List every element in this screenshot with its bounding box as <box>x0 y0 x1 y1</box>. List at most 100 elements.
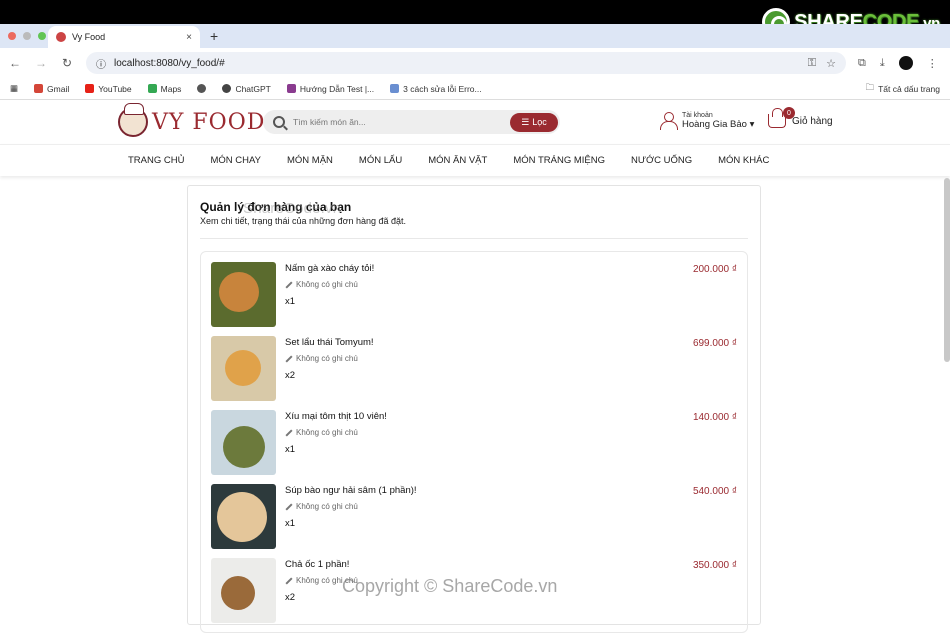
item-quantity: x1 <box>285 296 296 307</box>
food-thumbnail <box>211 558 276 623</box>
item-name: Chả ốc 1 phần! <box>285 559 350 570</box>
item-name: Nấm gà xào cháy tỏi! <box>285 263 375 274</box>
bookmark-site-icon <box>286 84 296 93</box>
maximize-window-icon[interactable] <box>38 32 46 40</box>
filter-icon: ☰ <box>521 116 530 127</box>
url-field[interactable]: ⓘ localhost:8080/vy_food/# ⚿ ☆ <box>86 52 846 74</box>
page-subtitle: Xem chi tiết, trạng thái của những đơn h… <box>200 216 748 239</box>
bookmark-fix-error[interactable]: 3 cách sửa lỗi Erro... <box>390 84 482 94</box>
youtube-icon <box>85 84 95 93</box>
back-icon[interactable]: ← <box>8 56 22 70</box>
pencil-icon <box>285 428 293 437</box>
cart-count-badge: 0 <box>783 107 795 119</box>
extensions-icon[interactable]: ⧉ <box>858 57 866 70</box>
gmail-icon <box>34 84 44 93</box>
favicon-icon <box>56 32 66 42</box>
site-logo[interactable]: VY FOOD <box>118 103 266 137</box>
new-tab-button[interactable]: + <box>210 28 218 44</box>
chatgpt-icon <box>222 84 232 93</box>
order-item[interactable]: Xíu mại tôm thịt 10 viên! Không có ghi c… <box>211 410 737 484</box>
account-label: Tài khoản <box>682 112 713 119</box>
item-price: 350.000 ₫ <box>692 560 737 571</box>
item-note: Không có ghi chú <box>285 354 684 363</box>
search-bar[interactable]: Tìm kiếm món ăn... ☰ Lọc <box>263 110 560 134</box>
profile-avatar[interactable] <box>898 56 913 70</box>
pencil-icon <box>285 280 293 289</box>
nav-drinks[interactable]: NƯỚC UỐNG <box>631 155 692 166</box>
search-input[interactable]: Tìm kiếm món ăn... <box>293 117 366 127</box>
apps-grid-icon[interactable]: ▦ <box>10 83 18 94</box>
food-thumbnail <box>211 262 276 327</box>
bookmark-maps[interactable]: Maps <box>147 84 181 94</box>
bookmark-star-icon[interactable]: ☆ <box>826 57 836 70</box>
item-note: Không có ghi chú <box>285 502 684 511</box>
pencil-icon <box>285 502 293 511</box>
pencil-icon <box>285 576 293 585</box>
food-thumbnail <box>211 484 276 549</box>
cart-button[interactable]: 0 Giỏ hàng <box>768 107 833 128</box>
window-controls <box>8 32 46 40</box>
bookmark-chatgpt[interactable]: ChatGPT <box>222 84 271 94</box>
menu-icon[interactable]: ⋮ <box>927 57 938 70</box>
nav-savory[interactable]: MÓN MẶN <box>287 155 333 166</box>
order-item[interactable]: Nấm gà xào cháy tỏi! Không có ghi chú x1… <box>211 262 737 336</box>
bookmark-youtube[interactable]: YouTube <box>85 84 132 94</box>
item-quantity: x1 <box>285 518 296 529</box>
nav-home[interactable]: TRANG CHỦ <box>128 155 184 166</box>
tab-close-icon[interactable]: × <box>186 32 192 43</box>
maps-icon <box>147 84 157 93</box>
bookmark-gmail[interactable]: Gmail <box>34 84 69 94</box>
order-item[interactable]: Set lẩu thái Tomyum! Không có ghi chú x2… <box>211 336 737 410</box>
bookmark-site-icon <box>390 84 400 93</box>
page-scrollbar[interactable] <box>944 178 950 362</box>
item-quantity: x2 <box>285 370 296 381</box>
main-nav: TRANG CHỦ MÓN CHAY MÓN MẶN MÓN LẨU MÓN Ă… <box>0 144 950 176</box>
nav-vegetarian[interactable]: MÓN CHAY <box>210 155 261 166</box>
minimize-window-icon[interactable] <box>23 32 31 40</box>
account-menu[interactable]: Tài khoản Hoàng Gia Bảo ▾ <box>660 112 754 130</box>
site-header: VY FOOD Tìm kiếm món ăn... ☰ Lọc Tài khoả… <box>0 100 950 144</box>
item-name: Súp bào ngư hải sâm (1 phần)! <box>285 485 417 496</box>
nav-snacks[interactable]: MÓN ĂN VẶT <box>428 155 487 166</box>
item-note: Không có ghi chú <box>285 280 684 289</box>
bookmarks-bar: ▦ Gmail YouTube Maps ChatGPT Hướng Dẫn T… <box>0 78 950 100</box>
bookmark-test-guide[interactable]: Hướng Dẫn Test |... <box>286 84 374 94</box>
globe-icon <box>197 84 207 93</box>
pencil-icon <box>285 354 293 363</box>
address-bar: ← → ↻ ⓘ localhost:8080/vy_food/# ⚿ ☆ ⧉ ⤓… <box>0 48 950 78</box>
user-icon <box>660 112 678 130</box>
item-price: 699.000 ₫ <box>692 338 737 349</box>
logo-text: VY FOOD <box>152 109 266 135</box>
tab-strip: Vy Food × + <box>0 24 950 48</box>
item-price: 540.000 ₫ <box>692 486 737 497</box>
all-bookmarks[interactable]: 🗀 Tất cả dấu trang <box>866 82 940 96</box>
search-icon <box>273 116 285 128</box>
item-quantity: x1 <box>285 444 296 455</box>
close-window-icon[interactable] <box>8 32 16 40</box>
item-name: Xíu mại tôm thịt 10 viên! <box>285 411 387 422</box>
cart-label: Giỏ hàng <box>792 115 833 127</box>
chef-logo-icon <box>118 103 148 137</box>
nav-other[interactable]: MÓN KHÁC <box>718 155 769 166</box>
url-text: localhost:8080/vy_food/# <box>114 57 225 69</box>
item-price: 200.000 ₫ <box>692 264 737 275</box>
tab-vy-food[interactable]: Vy Food × <box>48 26 200 48</box>
password-key-icon[interactable]: ⚿ <box>808 57 816 70</box>
account-name[interactable]: Hoàng Gia Bảo ▾ <box>682 119 754 130</box>
forward-icon[interactable]: → <box>34 56 48 70</box>
nav-desserts[interactable]: MÓN TRÁNG MIỆNG <box>513 155 605 166</box>
item-price: 140.000 ₫ <box>692 412 737 423</box>
nav-hotpot[interactable]: MÓN LẨU <box>359 155 402 166</box>
item-note: Không có ghi chú <box>285 428 684 437</box>
tab-title: Vy Food <box>72 32 106 42</box>
watermark-bottom: Copyright © ShareCode.vn <box>342 576 558 596</box>
filter-button[interactable]: ☰ Lọc <box>510 112 558 132</box>
site-info-icon[interactable]: ⓘ <box>96 56 106 71</box>
folder-icon: 🗀 <box>865 81 875 92</box>
order-item[interactable]: Súp bào ngư hải sâm (1 phần)! Không có g… <box>211 484 737 558</box>
download-icon[interactable]: ⤓ <box>880 57 885 70</box>
reload-icon[interactable]: ↻ <box>60 56 74 70</box>
bookmark-globe[interactable] <box>197 84 207 93</box>
watermark-top: ShareCode.vn <box>243 200 342 217</box>
order-panel: Quản lý đơn hàng của bạn Xem chi tiết, t… <box>187 185 761 633</box>
